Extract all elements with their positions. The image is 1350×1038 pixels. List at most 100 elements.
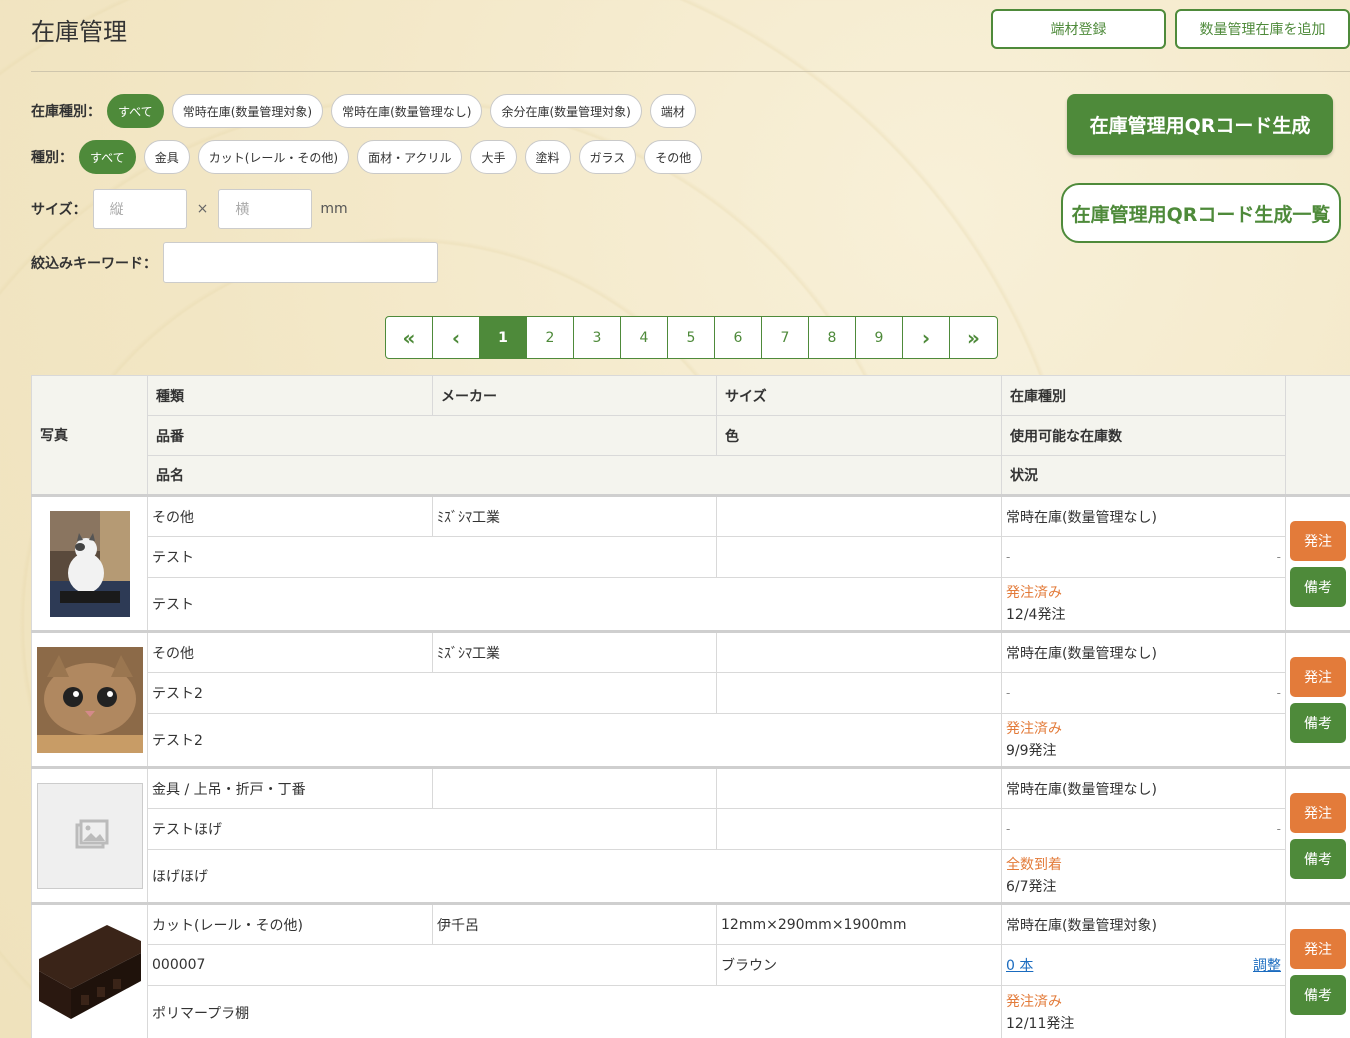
scrap-register-button[interactable]: 端材登録 — [991, 9, 1166, 49]
qr-generate-button[interactable]: 在庫管理用QRコード生成 — [1067, 94, 1333, 155]
kind-chip-hardware[interactable]: 金具 — [143, 140, 190, 174]
kind-chip-all[interactable]: すべて — [79, 140, 136, 174]
shelf-board-photo-thumbnail[interactable] — [36, 919, 143, 1025]
table-row: その他 ﾐｽﾞｼﾏ工業 常時在庫(数量管理なし) 発注 備考 — [31, 630, 1350, 768]
page-last-button[interactable]: » — [950, 317, 997, 358]
qr-list-button[interactable]: 在庫管理用QRコード生成一覧 — [1061, 183, 1341, 243]
kind-chip-paint[interactable]: 塗料 — [524, 140, 571, 174]
order-button[interactable]: 発注 — [1290, 520, 1346, 561]
header-kind: 種類 — [147, 375, 433, 416]
table-row: テスト 発注済み 12/4発注 — [32, 577, 1350, 632]
page-first-button[interactable]: « — [386, 317, 433, 358]
table-row: テストほげ - - — [32, 808, 1350, 850]
available-quantity-link[interactable]: 0 本 — [1006, 955, 1033, 975]
header-status: 状況 — [1001, 455, 1286, 496]
adjust-link[interactable]: 調整 — [1253, 955, 1281, 975]
note-button[interactable]: 備考 — [1290, 702, 1346, 743]
name-cell: ポリマープラ棚 — [147, 985, 1002, 1038]
size-width-input[interactable]: 横 — [218, 189, 313, 229]
keyword-label: 絞込みキーワード： — [31, 255, 157, 272]
available-right: - — [1276, 822, 1281, 836]
cat-photo-thumbnail[interactable] — [36, 646, 143, 753]
note-button[interactable]: 備考 — [1290, 566, 1346, 607]
kind-chip-other[interactable]: その他 — [644, 140, 703, 174]
size-cell: 12mm×290mm×1900mm — [716, 902, 1002, 945]
stock-type-label: 在庫種別： — [31, 104, 101, 120]
page-1-button[interactable]: 1 — [480, 317, 527, 358]
stock-type-chip-constant-unmanaged[interactable]: 常時在庫(数量管理なし) — [331, 94, 483, 128]
part-no-cell: テストほげ — [147, 808, 717, 850]
status-date: 6/7発注 — [1006, 879, 1057, 895]
name-cell: テスト — [147, 577, 1002, 632]
color-cell: ブラウン — [716, 944, 1002, 986]
maker-cell: ﾐｽﾞｼﾏ工業 — [432, 494, 717, 537]
order-button[interactable]: 発注 — [1290, 656, 1346, 697]
keyword-filter: 絞込みキーワード： — [31, 242, 438, 283]
note-button[interactable]: 備考 — [1290, 975, 1346, 1015]
stock-type-chip-scrap[interactable]: 端材 — [649, 94, 696, 128]
header-divider — [31, 71, 1350, 72]
header-stock-type: 在庫種別 — [1001, 375, 1286, 416]
actions-cell: 発注 備考 — [1285, 902, 1350, 1038]
size-unit: mm — [320, 201, 348, 217]
page-3-button[interactable]: 3 — [574, 317, 621, 358]
status-label: 発注済み — [1006, 585, 1062, 601]
page-9-button[interactable]: 9 — [856, 317, 903, 358]
header-photo: 写真 — [31, 375, 148, 496]
status-label: 全数到着 — [1006, 857, 1062, 873]
header-available: 使用可能な在庫数 — [1001, 415, 1286, 456]
photo-cell — [31, 766, 148, 904]
page-4-button[interactable]: 4 — [621, 317, 668, 358]
status-date: 12/11発注 — [1006, 1015, 1075, 1032]
page-title: 在庫管理 — [31, 18, 127, 46]
stock-type-chip-surplus[interactable]: 余分在庫(数量管理対象) — [490, 94, 642, 128]
page-6-button[interactable]: 6 — [715, 317, 762, 358]
part-no-cell: テスト — [147, 536, 717, 578]
actions-cell: 発注 備考 — [1285, 630, 1350, 768]
keyword-input[interactable] — [163, 242, 438, 283]
cat-photo-thumbnail[interactable] — [49, 510, 130, 617]
page-5-button[interactable]: 5 — [668, 317, 715, 358]
table-row: テスト2 - - — [32, 672, 1350, 714]
stock-type-cell: 常時在庫(数量管理なし) — [1001, 766, 1286, 809]
kind-chip-cut[interactable]: カット(レール・その他) — [197, 140, 350, 174]
order-button[interactable]: 発注 — [1290, 792, 1346, 833]
header-actions — [1285, 375, 1350, 496]
color-cell — [716, 672, 1002, 714]
stock-type-cell: 常時在庫(数量管理なし) — [1001, 494, 1286, 537]
kind-chip-panel[interactable]: 面材・アクリル — [357, 140, 463, 174]
note-button[interactable]: 備考 — [1290, 838, 1346, 879]
kind-chip-glass[interactable]: ガラス — [578, 140, 637, 174]
stock-type-chip-all[interactable]: すべて — [107, 94, 164, 128]
kind-cell: 金具 / 上吊・折戸・丁番 — [147, 766, 433, 809]
available-cell: - - — [1001, 808, 1286, 850]
stock-type-cell: 常時在庫(数量管理なし) — [1001, 630, 1286, 673]
kind-label: 種別： — [31, 150, 73, 166]
page-next-button[interactable]: › — [903, 317, 950, 358]
order-button[interactable]: 発注 — [1290, 929, 1346, 969]
page-2-button[interactable]: 2 — [527, 317, 574, 358]
page-8-button[interactable]: 8 — [809, 317, 856, 358]
status-cell: 発注済み 9/9発注 — [1001, 713, 1286, 768]
kind-chip-edge[interactable]: 大手 — [470, 140, 517, 174]
maker-cell: ﾐｽﾞｼﾏ工業 — [432, 630, 717, 673]
table-row: 000007 ブラウン 0 本 調整 — [32, 944, 1350, 986]
image-placeholder-icon[interactable] — [36, 782, 143, 889]
size-height-input[interactable]: 縦 — [92, 189, 187, 229]
table-row: テスト2 発注済み 9/9発注 — [32, 713, 1350, 768]
available-cell: - - — [1001, 672, 1286, 714]
kind-cell: その他 — [147, 630, 433, 673]
kind-cell: カット(レール・その他) — [147, 902, 433, 945]
actions-cell: 発注 備考 — [1285, 494, 1350, 632]
size-cell — [716, 630, 1002, 673]
photo-cell — [31, 494, 148, 632]
pagination: « ‹ 1 2 3 4 5 6 7 8 9 › » — [385, 316, 998, 359]
page-prev-button[interactable]: ‹ — [433, 317, 480, 358]
available-cell: 0 本 調整 — [1001, 944, 1286, 986]
stock-table: 写真 種類 メーカー サイズ 在庫種別 品番 色 使用可能な在庫数 品名 状況 — [31, 375, 1350, 1038]
page-7-button[interactable]: 7 — [762, 317, 809, 358]
header-name: 品名 — [147, 455, 1002, 496]
photo-cell — [31, 630, 148, 768]
stock-type-chip-constant-managed[interactable]: 常時在庫(数量管理対象) — [171, 94, 324, 128]
add-quantity-stock-button[interactable]: 数量管理在庫を追加 — [1175, 9, 1350, 49]
